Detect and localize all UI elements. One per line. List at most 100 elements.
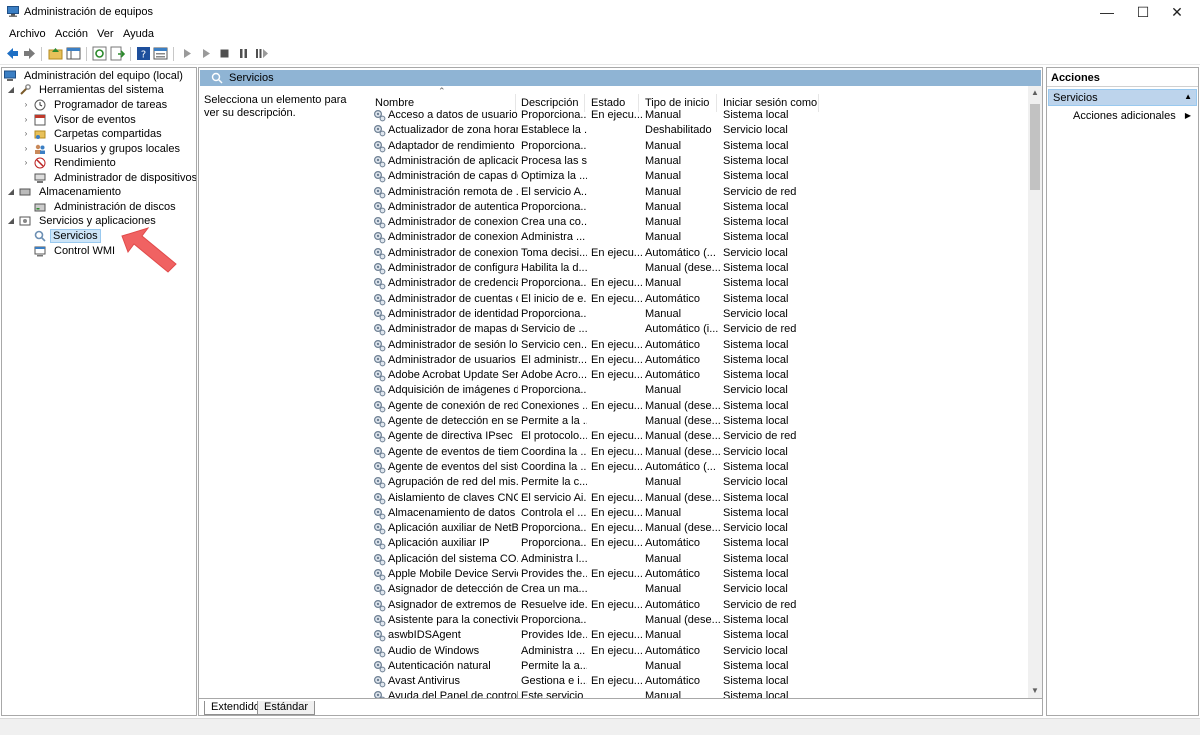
tree-item-root[interactable]: Administración del equipo (local): [4, 68, 187, 83]
table-row[interactable]: Administrador de configura... Habilita la…: [364, 261, 1028, 276]
table-cell: Proporciona...: [521, 200, 587, 213]
table-row[interactable]: Administrador de credencia... Proporciona…: [364, 276, 1028, 291]
export-list-icon[interactable]: [110, 46, 125, 61]
table-row[interactable]: Autenticación natural Permite la a... Manu…: [364, 659, 1028, 674]
table-row[interactable]: Administrador de conexion... Crea una co.…: [364, 215, 1028, 230]
tree-item-carpetas[interactable]: › Carpetas compartidas: [21, 126, 166, 141]
tree-item-dispositivos[interactable]: Administrador de dispositivos: [34, 170, 196, 185]
show-hide-tree-icon[interactable]: [66, 46, 81, 61]
table-row[interactable]: Agrupación de red del mis... Permite la c…: [364, 475, 1028, 490]
actions-section-servicios[interactable]: Servicios ▲: [1048, 89, 1197, 106]
tree-item-discos[interactable]: Administración de discos: [34, 199, 180, 214]
table-row[interactable]: Agente de eventos del siste... Coordina l…: [364, 460, 1028, 475]
table-cell: El administr...: [521, 353, 587, 366]
table-row[interactable]: Ayuda del Panel de control Este servicio M…: [364, 689, 1028, 698]
table-row[interactable]: Adaptador de rendimiento ... Proporciona.…: [364, 139, 1028, 154]
tree-item-visor[interactable]: › Visor de eventos: [21, 112, 140, 127]
services-list[interactable]: ⌃ Nombre Descripción Estado Tipo de inic…: [364, 86, 1028, 698]
start-service-alt-icon[interactable]: [199, 46, 214, 61]
collapse-up-icon[interactable]: ▲: [1184, 92, 1192, 101]
stop-service-icon[interactable]: [217, 46, 232, 61]
table-row[interactable]: Administración de capas de... Optimiza la…: [364, 169, 1028, 184]
tree-item-programador[interactable]: › Programador de tareas: [21, 97, 171, 112]
service-gear-icon: [373, 446, 386, 458]
help-icon[interactable]: ?: [136, 46, 151, 61]
collapse-icon[interactable]: ◢: [6, 187, 16, 196]
table-cell: Sistema local: [723, 537, 789, 550]
collapse-icon[interactable]: ◢: [6, 216, 16, 225]
tree-item-almacenamiento[interactable]: ◢ Almacenamiento: [6, 184, 125, 199]
table-row[interactable]: Acceso a datos de usuarios_...Proporcion…: [364, 108, 1028, 123]
forward-icon[interactable]: [22, 46, 37, 61]
table-row[interactable]: Administrador de identidad... Proporciona…: [364, 307, 1028, 322]
expand-icon[interactable]: ›: [21, 115, 31, 124]
table-row[interactable]: Asignador de extremos de R...Resuelve id…: [364, 598, 1028, 613]
up-folder-icon[interactable]: [48, 46, 63, 61]
table-cell: Crea una co...: [521, 216, 587, 229]
table-row[interactable]: Administrador de usuarios El administr...…: [364, 353, 1028, 368]
menu-archivo[interactable]: Archivo: [9, 28, 46, 40]
table-row[interactable]: Apple Mobile Device Service Provides the.…: [364, 567, 1028, 582]
table-row[interactable]: Avast Antivirus Gestiona e i... En ejecu..…: [364, 674, 1028, 689]
table-row[interactable]: Agente de directiva IPsec El protocolo...…: [364, 429, 1028, 444]
table-row[interactable]: Administrador de autentica... Proporciona…: [364, 200, 1028, 215]
scrollbar-thumb[interactable]: [1030, 104, 1040, 190]
tree-item-rendimiento[interactable]: › Rendimiento: [21, 155, 120, 170]
table-row[interactable]: aswbIDSAgent Provides Ide... En ejecu... Ma…: [364, 628, 1028, 643]
table-row[interactable]: Aplicación del sistema CO... Administra l…: [364, 552, 1028, 567]
table-row[interactable]: Actualizador de zona horari... Establece …: [364, 123, 1028, 138]
table-row[interactable]: Administración de aplicacio... Procesa la…: [364, 154, 1028, 169]
table-cell: Sistema local: [723, 109, 789, 121]
table-row[interactable]: Asistente para la conectivid... Proporcio…: [364, 613, 1028, 628]
action-acciones-adicionales[interactable]: Acciones adicionales ▶: [1073, 110, 1195, 125]
expand-icon[interactable]: ›: [21, 158, 31, 167]
table-row[interactable]: Administrador de conexion... Administra .…: [364, 230, 1028, 245]
tab-estandar[interactable]: Estándar: [257, 701, 316, 715]
table-row[interactable]: Agente de conexión de red Conexiones ... E…: [364, 399, 1028, 414]
table-row[interactable]: Agente de eventos de tiempo Coordina la .…: [364, 445, 1028, 460]
table-cell: Sistema local: [723, 216, 789, 229]
table-cell: Manual: [645, 307, 682, 320]
table-cell: Conexiones ...: [521, 399, 587, 412]
expand-icon[interactable]: ›: [21, 100, 31, 109]
disk-management-icon: [34, 203, 46, 211]
properties-view-icon[interactable]: [153, 46, 168, 61]
table-row[interactable]: Adquisición de imágenes d... Proporciona.…: [364, 383, 1028, 398]
expand-icon[interactable]: ›: [21, 129, 31, 138]
table-row[interactable]: Adobe Acrobat Update Serv...Adobe Acro..…: [364, 368, 1028, 383]
refresh-icon[interactable]: [92, 46, 107, 61]
table-row[interactable]: Almacenamiento de datos ... Controla el .…: [364, 506, 1028, 521]
table-row[interactable]: Agente de detección en seg...Permite a l…: [364, 414, 1028, 429]
scroll-up-icon[interactable]: ▲: [1028, 86, 1042, 100]
vertical-scrollbar[interactable]: ▲ ▼: [1028, 86, 1042, 698]
table-row[interactable]: Aplicación auxiliar de NetBI... Proporcio…: [364, 521, 1028, 536]
tree-item-herramientas[interactable]: ◢ Herramientas del sistema: [6, 82, 168, 97]
table-row[interactable]: Administrador de mapas de... Servicio de …: [364, 322, 1028, 337]
tree-item-usuarios[interactable]: › Usuarios y grupos locales: [21, 141, 184, 156]
table-row[interactable]: Administrador de conexion... Toma decisi.…: [364, 246, 1028, 261]
menu-ayuda[interactable]: Ayuda: [123, 28, 154, 40]
table-row[interactable]: Administrador de cuentas d... El inicio d…: [364, 292, 1028, 307]
collapse-icon[interactable]: ◢: [6, 85, 16, 94]
table-row[interactable]: Asignador de detección de ... Crea un ma.…: [364, 582, 1028, 597]
menu-accion[interactable]: Acción: [55, 28, 88, 40]
table-row[interactable]: Aplicación auxiliar IP Proporciona... En e…: [364, 536, 1028, 551]
pause-service-icon[interactable]: [236, 46, 251, 61]
menu-ver[interactable]: Ver: [97, 28, 114, 40]
tree-item-servicios[interactable]: Servicios: [34, 228, 101, 243]
table-row[interactable]: Administración remota de ... El servicio …: [364, 185, 1028, 200]
back-icon[interactable]: [5, 46, 20, 61]
table-row[interactable]: Audio de Windows Administra ... En ejecu..…: [364, 644, 1028, 659]
table-row[interactable]: Administrador de sesión local Servicio ce…: [364, 338, 1028, 353]
table-cell: Administra l...: [521, 552, 587, 565]
restart-service-icon[interactable]: [254, 46, 269, 61]
table-cell: Permite la c...: [521, 476, 587, 489]
close-button[interactable]: ✕: [1154, 0, 1200, 24]
start-service-icon[interactable]: [180, 46, 195, 61]
scroll-down-icon[interactable]: ▼: [1028, 684, 1042, 698]
table-row[interactable]: Aislamiento de claves CNG El servicio Ai.…: [364, 491, 1028, 506]
service-gear-icon: [373, 354, 386, 367]
tree-item-wmi[interactable]: Control WMI: [34, 243, 119, 258]
table-cell: Administrador de conexion...: [388, 246, 518, 259]
expand-icon[interactable]: ›: [21, 144, 31, 153]
